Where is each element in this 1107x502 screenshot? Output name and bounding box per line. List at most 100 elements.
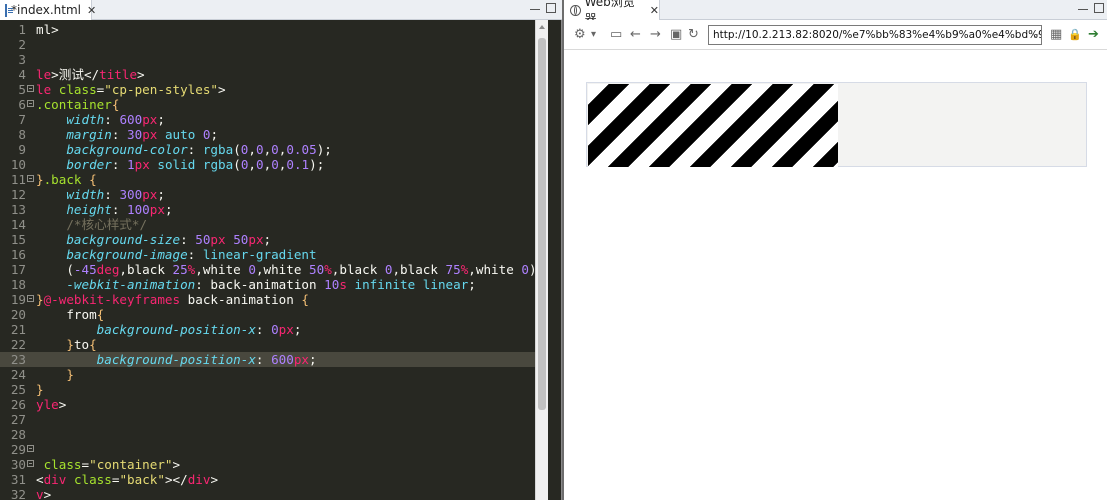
- line-number: 28: [10, 427, 26, 442]
- code-text: }: [36, 382, 44, 397]
- code-line[interactable]: 16 background-image: linear-gradient: [0, 247, 548, 262]
- url-text: http://10.2.213.82:8020/%e7%bb%83%e4%b9%…: [713, 29, 1042, 41]
- code-line[interactable]: 7 width: 600px;: [0, 112, 548, 127]
- code-line[interactable]: 23 background-position-x: 600px;: [0, 352, 548, 367]
- line-number: 20: [10, 307, 26, 322]
- code-line[interactable]: 22 }to{: [0, 337, 548, 352]
- lock-icon[interactable]: 🔒: [1068, 27, 1082, 43]
- scroll-up-icon[interactable]: [539, 25, 545, 29]
- fold-toggle-icon[interactable]: [27, 100, 34, 107]
- code-text: width: 300px;: [66, 187, 165, 202]
- line-number: 24: [10, 367, 26, 382]
- editor-tab-bar: *index.html ✕: [0, 0, 562, 20]
- line-number: 6: [18, 97, 26, 112]
- line-number: 30: [10, 457, 26, 472]
- settings-icon[interactable]: ⚙: [574, 27, 586, 43]
- line-number: 10: [10, 157, 26, 172]
- url-dropdown-icon[interactable]: ⌵: [1032, 26, 1039, 44]
- scrollbar-thumb[interactable]: [538, 38, 546, 410]
- code-text: yle>: [36, 397, 67, 412]
- forward-icon[interactable]: →: [650, 27, 661, 43]
- code-text: border: 1px solid rgba(0,0,0,0.1);: [66, 157, 325, 172]
- code-text: }: [66, 367, 74, 382]
- close-icon[interactable]: ✕: [650, 4, 659, 17]
- code-line[interactable]: 31 <div class="back"></div>: [0, 472, 548, 487]
- code-line[interactable]: 15 background-size: 50px 50px;: [0, 232, 548, 247]
- fold-toggle-icon[interactable]: [27, 175, 34, 182]
- line-number: 3: [18, 52, 26, 67]
- line-number: 17: [10, 262, 26, 277]
- code-line[interactable]: 1 ml>: [0, 22, 548, 37]
- tab-index-html[interactable]: *index.html ✕: [0, 0, 96, 20]
- code-line[interactable]: 28: [0, 427, 548, 442]
- code-line[interactable]: 10 border: 1px solid rgba(0,0,0,0.1);: [0, 157, 548, 172]
- code-line[interactable]: 11}.back {: [0, 172, 548, 187]
- code-line[interactable]: 6 .container{: [0, 97, 548, 112]
- code-text: <div class="back"></div>: [36, 472, 219, 487]
- code-line[interactable]: 14 /*核心样式*/: [0, 217, 548, 232]
- code-line[interactable]: 9 background-color: rgba(0,0,0,0.05);: [0, 142, 548, 157]
- code-line[interactable]: 8 margin: 30px auto 0;: [0, 127, 548, 142]
- code-area[interactable]: 1 ml> 2 3 4 le>测试</title> 5 le class="cp-pen-st…: [0, 20, 548, 502]
- browser-toolbar: ⚙ ▾ ▭ ← → ▣ ↻ http://10.2.213.82:8020/%e…: [564, 20, 1107, 50]
- minimize-icon[interactable]: [530, 3, 540, 10]
- tab-web-browser[interactable]: Web浏览器 ✕: [564, 0, 660, 26]
- code-text: (-45deg,black 25%,white 0,white 50%,blac…: [36, 262, 544, 277]
- code-text: height: 100px;: [66, 202, 173, 217]
- code-line[interactable]: 18 -webkit-animation: back-animation 10s…: [0, 277, 548, 292]
- code-line[interactable]: 3: [0, 52, 548, 67]
- close-icon[interactable]: ✕: [87, 4, 96, 17]
- code-text: }@-webkit-keyframes back-animation {: [36, 292, 309, 307]
- code-text: background-color: rgba(0,0,0,0.05);: [66, 142, 332, 157]
- fold-toggle-icon[interactable]: [27, 445, 34, 452]
- line-number: 22: [10, 337, 26, 352]
- fold-toggle-icon[interactable]: [27, 85, 34, 92]
- code-line[interactable]: 30 class="container">: [0, 457, 548, 472]
- code-line[interactable]: 21 background-position-x: 0px;: [0, 322, 548, 337]
- code-line[interactable]: 24 }: [0, 367, 548, 382]
- line-number: 18: [10, 277, 26, 292]
- console-icon[interactable]: ▭: [610, 27, 622, 43]
- line-number: 25: [10, 382, 26, 397]
- code-text: background-position-x: 0px;: [96, 322, 302, 337]
- code-line[interactable]: 12 width: 300px;: [0, 187, 548, 202]
- line-number: 29: [10, 442, 26, 457]
- code-line[interactable]: 26 yle>: [0, 397, 548, 412]
- line-number: 8: [18, 127, 26, 142]
- browser-tab-bar: Web浏览器 ✕: [564, 0, 1107, 26]
- line-number: 5: [18, 82, 26, 97]
- editor-scrollbar[interactable]: [535, 20, 548, 500]
- code-line[interactable]: 13 height: 100px;: [0, 202, 548, 217]
- code-line[interactable]: 27: [0, 412, 548, 427]
- code-line[interactable]: 2: [0, 37, 548, 52]
- code-line[interactable]: 25}: [0, 382, 548, 397]
- fold-toggle-icon[interactable]: [27, 295, 34, 302]
- code-text: margin: 30px auto 0;: [66, 127, 219, 142]
- fold-toggle-icon[interactable]: [27, 460, 34, 467]
- settings-dropdown-icon[interactable]: ▾: [591, 27, 596, 43]
- refresh-icon[interactable]: ↻: [688, 27, 699, 43]
- minimize-icon[interactable]: [1078, 3, 1088, 10]
- line-number: 27: [10, 412, 26, 427]
- rendered-container: [586, 82, 1087, 167]
- stop-icon[interactable]: ▣: [670, 27, 682, 43]
- back-icon[interactable]: ←: [630, 27, 641, 43]
- line-number: 31: [10, 472, 26, 487]
- code-line[interactable]: 20 from{: [0, 307, 548, 322]
- line-number: 19: [10, 292, 26, 307]
- code-line[interactable]: 17 (-45deg,black 25%,white 0,white 50%,b…: [0, 262, 548, 277]
- maximize-icon[interactable]: [1094, 3, 1104, 13]
- code-line[interactable]: 5 le class="cp-pen-styles">: [0, 82, 548, 97]
- code-text: ml>: [36, 22, 59, 37]
- code-line[interactable]: 29: [0, 442, 548, 457]
- code-line[interactable]: 4 le>测试</title>: [0, 67, 548, 82]
- code-line[interactable]: 19 }@-webkit-keyframes back-animation {: [0, 292, 548, 307]
- url-input[interactable]: http://10.2.213.82:8020/%e7%bb%83%e4%b9%…: [708, 25, 1042, 45]
- go-arrow-icon[interactable]: ➔: [1088, 27, 1099, 43]
- qr-code-icon[interactable]: ▦: [1050, 27, 1062, 43]
- code-text: background-position-x: 600px;: [96, 352, 317, 367]
- line-number: 23: [10, 352, 26, 367]
- code-editor-pane: *index.html ✕ 1 ml> 2 3 4 le>测试</title> 5 le cl…: [0, 0, 562, 502]
- maximize-icon[interactable]: [546, 3, 556, 13]
- line-number: 13: [10, 202, 26, 217]
